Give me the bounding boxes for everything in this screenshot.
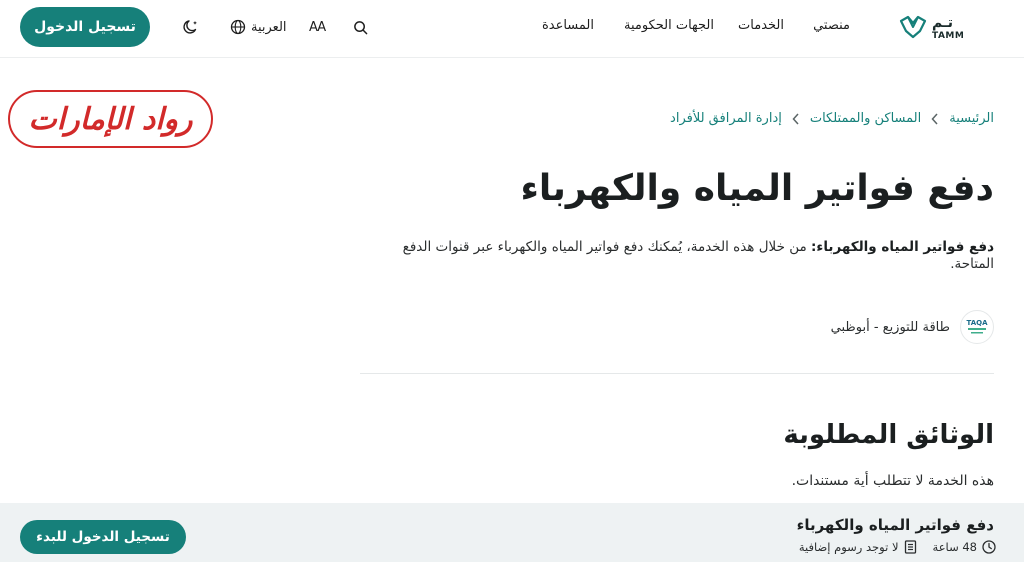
fees-text: لا توجد رسوم إضافية xyxy=(798,540,899,554)
tamm-logo-icon xyxy=(899,15,927,39)
provider-name: طاقة للتوزيع - أبوظبي xyxy=(830,319,950,335)
chevron-left-icon xyxy=(792,112,800,125)
login-button[interactable]: تسجيل الدخول xyxy=(20,7,150,47)
language-switcher[interactable]: العربية xyxy=(230,16,287,38)
service-meta: 48 ساعة لا توجد رسوم إضافية xyxy=(799,540,996,554)
duration: 48 ساعة xyxy=(933,540,996,554)
section-divider xyxy=(360,373,994,374)
chevron-left-icon xyxy=(931,112,939,125)
text-size-button[interactable]: AA xyxy=(309,16,326,38)
search-button[interactable] xyxy=(353,16,368,38)
nav-government-entities[interactable]: الجهات الحكومية xyxy=(624,18,714,33)
nav-my-platform[interactable]: منصتي xyxy=(813,18,850,33)
fees: لا توجد رسوم إضافية xyxy=(799,540,917,554)
nav-services[interactable]: الخدمات xyxy=(738,18,784,33)
provider-logo-text: TAQA xyxy=(966,319,988,327)
start-login-button[interactable]: تسجيل الدخول للبدء xyxy=(20,520,186,554)
page-title: دفع فواتير المياه والكهرباء xyxy=(520,168,994,209)
search-icon xyxy=(354,20,368,34)
breadcrumb-home[interactable]: الرئيسية xyxy=(949,111,994,126)
duration-text: 48 ساعة xyxy=(932,540,977,554)
moon-icon xyxy=(183,20,197,34)
receipt-icon xyxy=(904,540,916,554)
breadcrumb-utilities[interactable]: إدارة المرافق للأفراد xyxy=(670,111,782,126)
logo-english: TAMM xyxy=(932,30,965,41)
breadcrumb-housing[interactable]: المساكن والممتلكات xyxy=(810,111,921,126)
text-size-icon: AA xyxy=(309,19,326,35)
required-documents-title: الوثائق المطلوبة xyxy=(783,420,994,450)
nav-help[interactable]: المساعدة xyxy=(542,18,594,33)
globe-icon xyxy=(230,19,246,35)
watermark-logo: رواد الإمارات xyxy=(8,90,213,148)
service-description: دفع فواتير المياه والكهرباء: من خلال هذه… xyxy=(384,239,994,273)
sticky-service-bar: دفع فواتير المياه والكهرباء 48 ساعة لا ت… xyxy=(0,503,1024,562)
service-provider[interactable]: TAQA طاقة للتوزيع - أبوظبي xyxy=(831,310,994,344)
description-bold: دفع فواتير المياه والكهرباء: xyxy=(811,239,994,255)
language-label: العربية xyxy=(251,19,287,35)
dark-mode-toggle[interactable] xyxy=(182,16,200,38)
taqa-logo-icon: TAQA xyxy=(960,310,994,344)
bottom-service-title: دفع فواتير المياه والكهرباء xyxy=(796,516,994,534)
watermark-text: رواد الإمارات xyxy=(28,101,194,137)
breadcrumb: الرئيسية المساكن والممتلكات إدارة المراف… xyxy=(670,111,994,126)
logo-arabic: تـم xyxy=(932,14,954,31)
required-documents-text: هذه الخدمة لا تتطلب أية مستندات. xyxy=(791,473,994,489)
top-header: تـم TAMM منصتي الخدمات الجهات الحكومية ا… xyxy=(0,0,1024,58)
clock-icon xyxy=(982,540,996,554)
tamm-logo[interactable]: تـم TAMM xyxy=(898,10,968,46)
